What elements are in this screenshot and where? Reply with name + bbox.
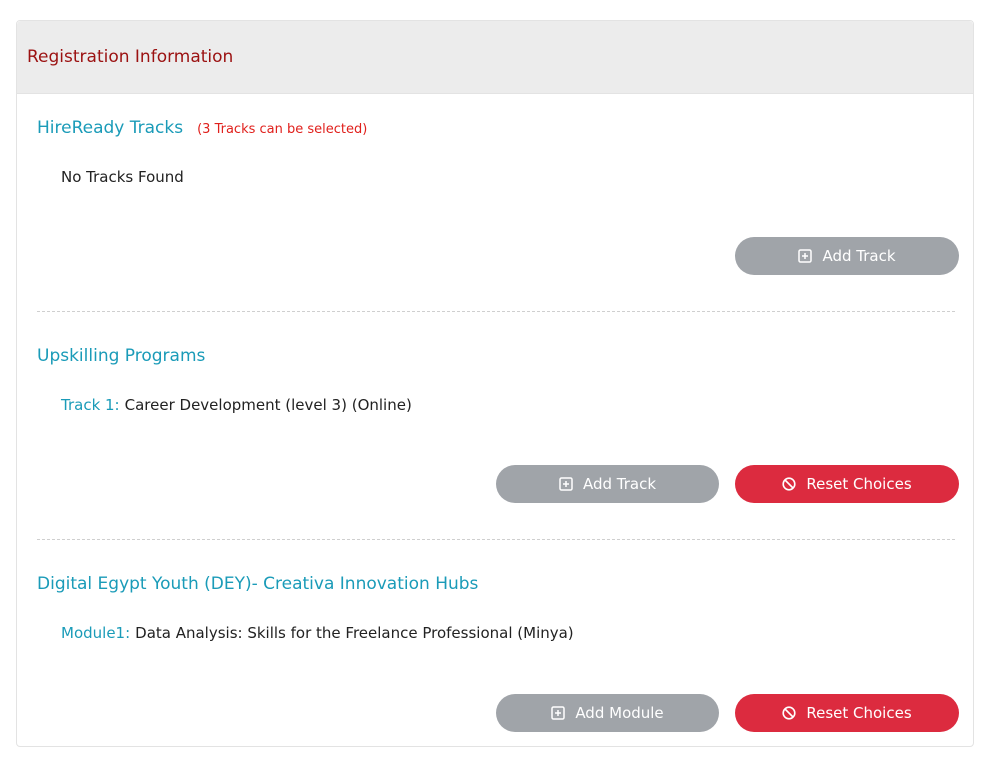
track-label: Track 1:: [61, 396, 120, 414]
plus-square-icon: [551, 706, 566, 720]
card-header: Registration Information: [17, 21, 973, 94]
selected-track: Track 1: Career Development (level 3) (On…: [61, 396, 412, 414]
add-track-button[interactable]: Add Track: [496, 465, 719, 503]
page-title: Registration Information: [27, 47, 234, 67]
module-name: Data Analysis: Skills for the Freelance …: [135, 624, 574, 642]
ban-icon: [782, 477, 796, 491]
no-tracks-text: No Tracks Found: [61, 168, 184, 186]
add-track-button[interactable]: Add Track: [735, 237, 959, 275]
registration-card: Registration Information HireReady Track…: [16, 20, 974, 747]
section-divider: [37, 311, 955, 312]
plus-square-icon: [798, 249, 813, 263]
section-upskilling: Upskilling Programs: [37, 346, 957, 366]
add-module-button[interactable]: Add Module: [496, 694, 719, 732]
track-name: Career Development (level 3) (Online): [124, 396, 412, 414]
section-title: HireReady Tracks: [37, 118, 184, 138]
ban-icon: [782, 706, 796, 720]
selected-module: Module1: Data Analysis: Skills for the Fr…: [61, 624, 574, 642]
reset-choices-button[interactable]: Reset Choices: [735, 694, 959, 732]
section-title: Upskilling Programs: [37, 346, 206, 366]
plus-square-icon: [559, 477, 573, 491]
reset-choices-button[interactable]: Reset Choices: [735, 465, 959, 503]
section-title: Digital Egypt Youth (DEY)- Creativa Inno…: [37, 574, 479, 594]
section-hireready: HireReady Tracks (3 Tracks can be select…: [37, 118, 957, 138]
module-label: Module1:: [61, 624, 131, 642]
selection-note: (3 Tracks can be selected): [197, 122, 368, 137]
section-dey: Digital Egypt Youth (DEY)- Creativa Inno…: [37, 574, 957, 594]
section-divider: [37, 539, 955, 540]
